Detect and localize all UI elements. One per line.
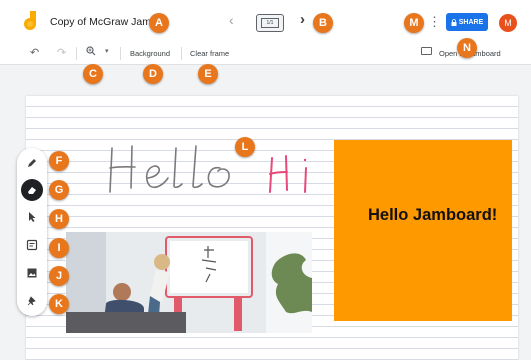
callout-marker-h: H	[49, 209, 69, 229]
sticky-note-text: Hello Jamboard!	[368, 206, 498, 224]
select-icon	[29, 212, 36, 222]
laser-icon	[27, 296, 36, 306]
jamboard-logo-icon[interactable]	[24, 11, 38, 31]
zoom-dropdown-icon[interactable]: ▾	[105, 47, 109, 55]
callout-marker-c: C	[83, 64, 103, 84]
callout-marker-b: B	[313, 13, 333, 33]
select-tool[interactable]	[23, 208, 41, 226]
callout-marker-j: J	[49, 266, 69, 286]
image-icon	[27, 268, 37, 278]
sticky-note-tool[interactable]	[23, 236, 41, 254]
redo-icon[interactable]: ↷	[57, 46, 66, 59]
frame-indicator: 1/1	[261, 18, 279, 28]
background-button[interactable]: Background	[130, 49, 170, 58]
callout-marker-g: G	[49, 180, 69, 200]
pen-tool[interactable]	[23, 154, 41, 172]
toolbar-divider	[120, 47, 121, 60]
callout-marker-d: D	[143, 64, 163, 84]
toolbar-divider	[181, 47, 182, 60]
sticky-note-icon	[26, 239, 38, 251]
laser-tool[interactable]	[23, 292, 41, 310]
board-photo[interactable]	[66, 232, 312, 333]
frame-bar-button[interactable]: 1/1	[256, 14, 284, 32]
handwriting-hello[interactable]	[100, 136, 320, 206]
more-options-icon[interactable]: ⋮	[428, 14, 441, 30]
previous-frame-icon[interactable]: ‹	[229, 12, 234, 28]
lock-icon	[451, 18, 457, 26]
callout-marker-e: E	[198, 64, 218, 84]
document-title[interactable]: Copy of McGraw Jam	[50, 16, 151, 28]
callout-marker-l: L	[235, 137, 255, 157]
callout-marker-m: M	[404, 13, 424, 33]
undo-icon[interactable]: ↶	[30, 46, 39, 59]
zoom-icon[interactable]	[86, 46, 96, 56]
share-label: SHARE	[458, 18, 484, 26]
callout-marker-n: N	[457, 38, 477, 58]
clear-frame-button[interactable]: Clear frame	[190, 49, 229, 58]
eraser-tool[interactable]	[21, 179, 43, 201]
avatar[interactable]: M	[499, 14, 517, 32]
pen-icon	[28, 159, 36, 167]
callout-marker-a: A	[149, 13, 169, 33]
callout-marker-i: I	[49, 238, 69, 258]
callout-marker-f: F	[49, 151, 69, 171]
open-in-jamboard-icon[interactable]	[421, 47, 432, 55]
callout-marker-k: K	[49, 294, 69, 314]
next-frame-icon[interactable]: ›	[300, 11, 305, 28]
image-tool[interactable]	[23, 264, 41, 282]
sticky-note[interactable]: Hello Jamboard!	[334, 140, 512, 321]
eraser-icon	[28, 187, 36, 194]
toolbar-divider	[76, 47, 77, 60]
share-button[interactable]: SHARE	[446, 13, 488, 31]
tool-palette	[17, 148, 47, 316]
